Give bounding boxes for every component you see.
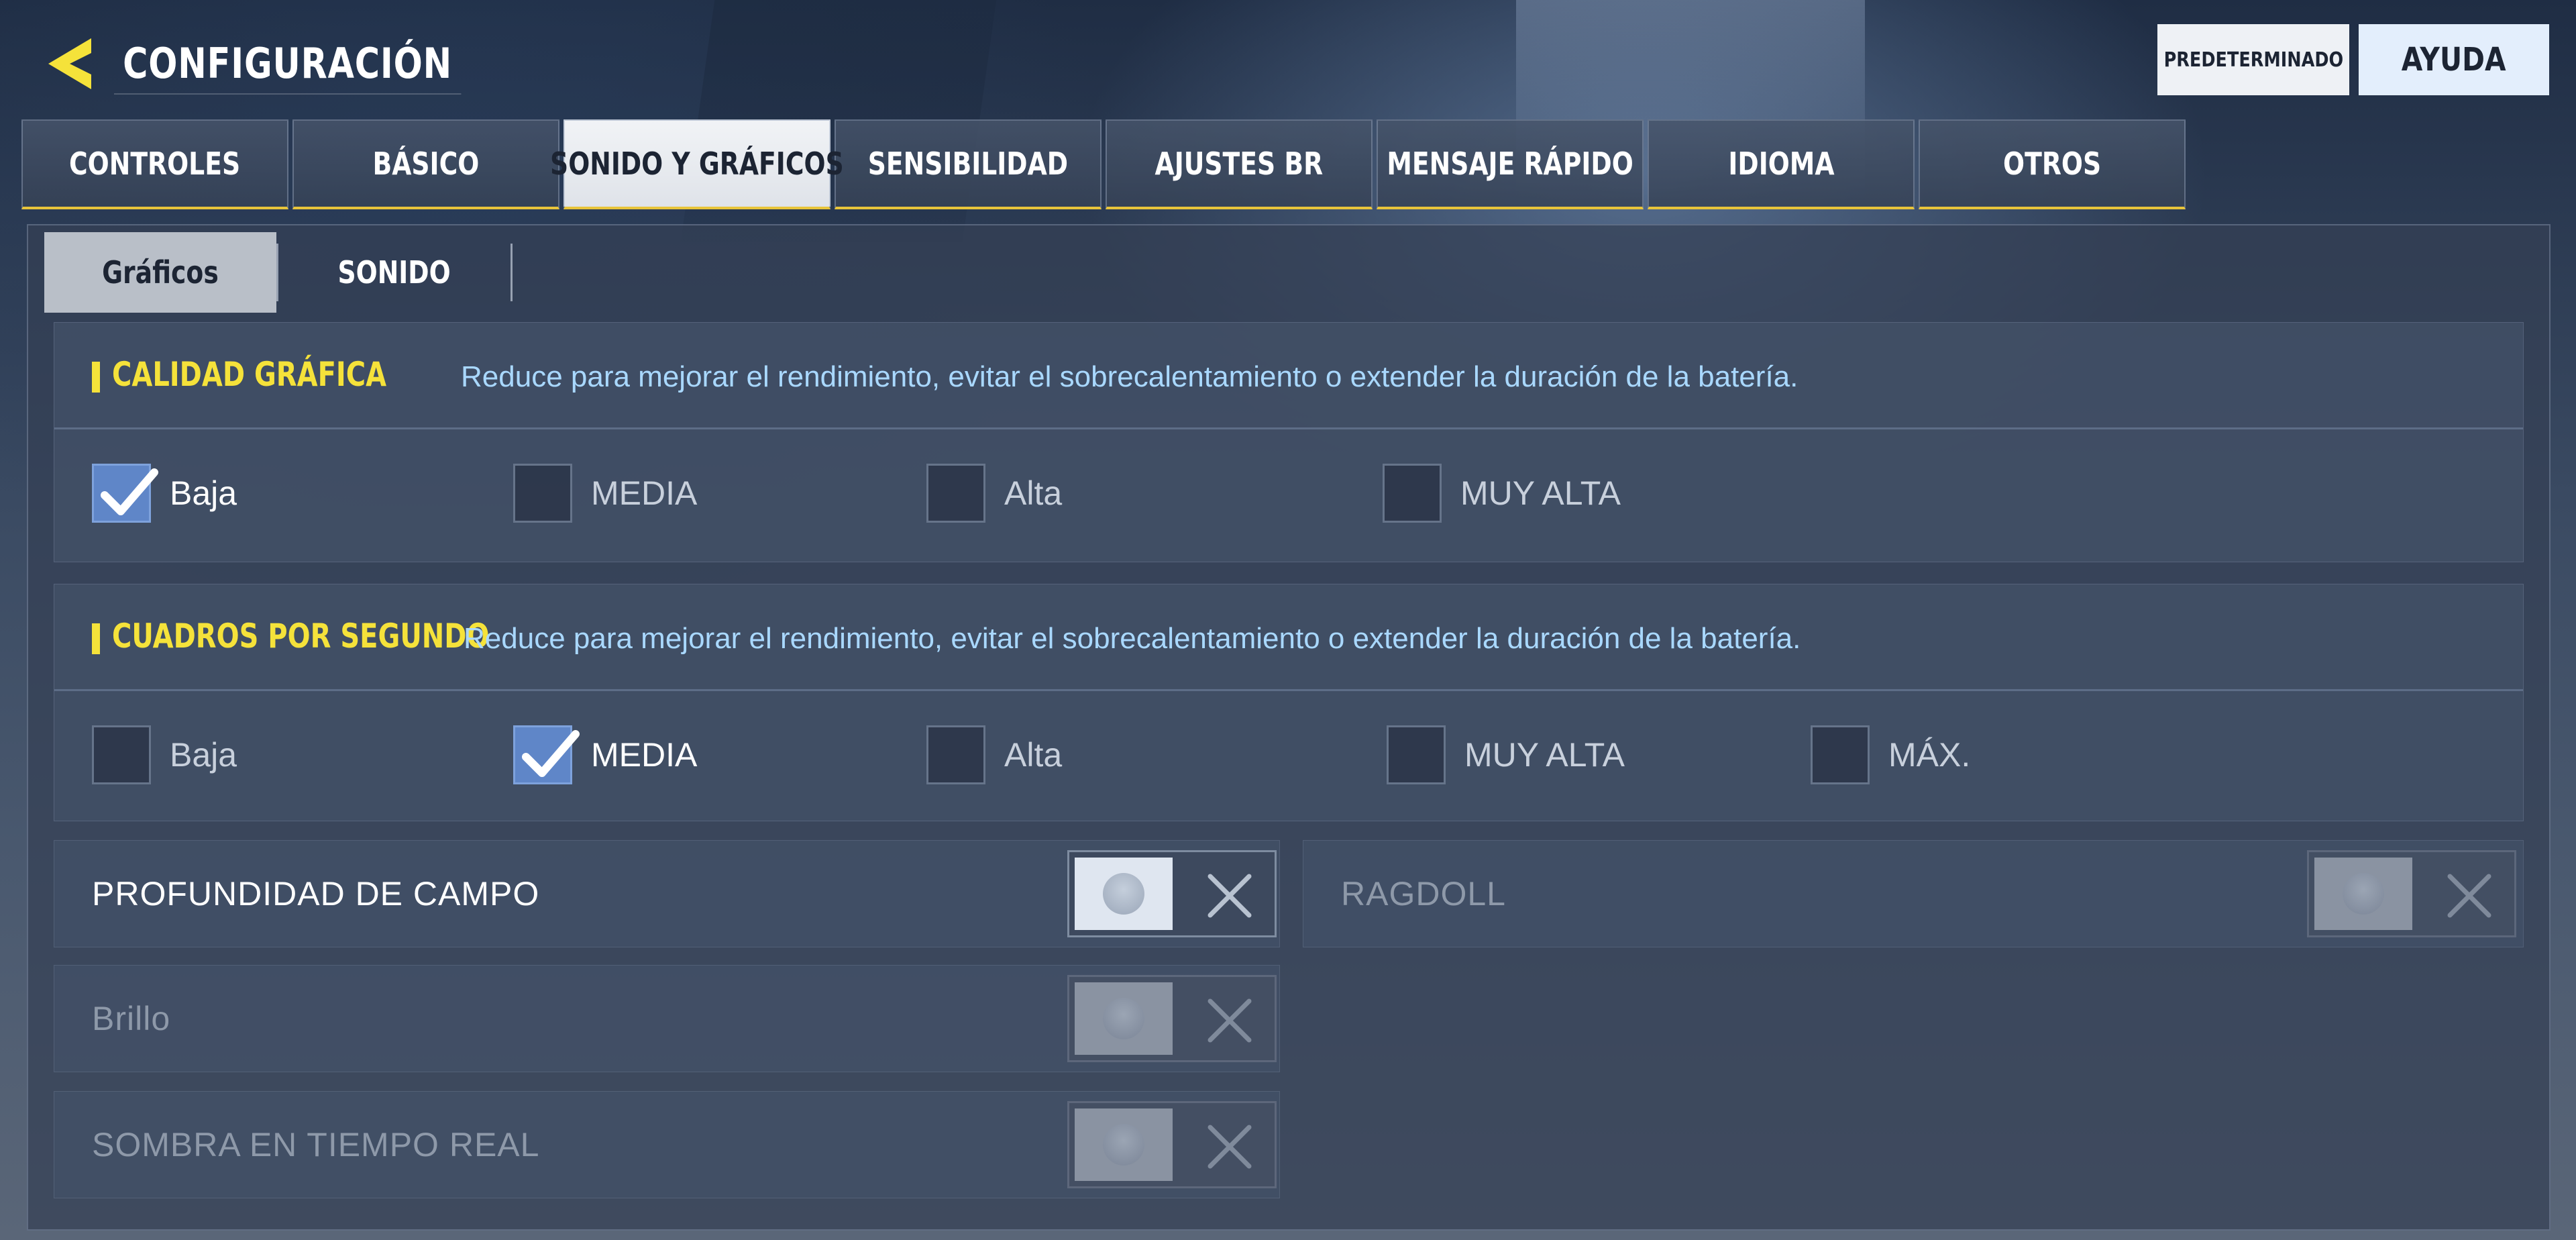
section-divider [54,689,2523,691]
tab-sound-graphics[interactable]: SONIDO Y GRÁFICOS [550,119,844,209]
checkbox[interactable] [926,725,985,784]
tab-br-settings[interactable]: AJUSTES BR [1106,119,1373,209]
section-title: CALIDAD GRÁFICA [112,355,387,394]
header: CONFIGURACIÓN [38,27,537,101]
toggle-knob [1075,858,1173,930]
tab-quick-message[interactable]: MENSAJE RÁPIDO [1377,119,1644,209]
tab-label: OTROS [2002,146,2102,182]
section-description: Reduce para mejorar el rendimiento, evit… [464,622,1801,655]
fps-option-very-high[interactable]: MUY ALTA [1387,725,1625,784]
tab-label: IDIOMA [1727,146,1835,182]
default-button[interactable]: PREDETERMINADO [2157,24,2349,95]
quality-option-medium[interactable]: MEDIA [513,464,697,523]
tab-sensitivity[interactable]: SENSIBILIDAD [835,119,1102,209]
checkmark-icon [522,730,580,777]
subtab-divider [511,244,513,301]
section-title: CUADROS POR SEGUNDO [112,617,490,656]
checkmark-icon [101,468,158,515]
frame-rate-section: CUADROS POR SEGUNDO Reduce para mejorar … [54,584,2524,821]
option-label: Alta [1004,736,1063,774]
help-button[interactable]: AYUDA [2359,24,2549,95]
page-title: CONFIGURACIÓN [114,34,462,95]
toggle-knob [2314,858,2412,930]
tab-label: CONTROLES [69,146,241,182]
option-label: Baja [170,736,237,774]
section-description: Reduce para mejorar el rendimiento, evit… [461,360,1799,393]
brightness-toggle[interactable] [1067,975,1277,1062]
quality-option-high[interactable]: Alta [926,464,1062,523]
close-icon [1208,874,1252,918]
checkbox[interactable] [513,464,572,523]
subtabs: Gráficos SONIDO [44,232,513,313]
toggle-knob [1075,982,1173,1055]
close-icon [2447,874,2491,918]
chevron-left-icon [48,38,91,89]
tab-controls[interactable]: CONTROLES [21,119,288,209]
option-label: MÁX. [1888,736,1971,774]
toggle-knob [1075,1108,1173,1181]
depth-of-field-toggle[interactable] [1067,850,1277,937]
option-label: MEDIA [591,736,698,774]
checkbox[interactable] [1811,725,1870,784]
quality-option-low[interactable]: Baja [92,464,237,523]
checkbox[interactable] [92,464,158,523]
tab-basic[interactable]: BÁSICO [292,119,559,209]
fps-option-low[interactable]: Baja [92,725,237,784]
back-button[interactable] [38,30,105,97]
subtab-label: Gráficos [102,254,219,291]
realtime-shadow-toggle[interactable] [1067,1101,1277,1188]
close-icon [1208,1125,1252,1169]
tab-others[interactable]: OTROS [1919,119,2186,209]
row-label: RAGDOLL [1341,875,1506,913]
section-header: CUADROS POR SEGUNDO Reduce para mejorar … [54,584,2523,689]
checkbox[interactable] [1387,725,1446,784]
tab-language[interactable]: IDIOMA [1648,119,1915,209]
close-icon [1208,998,1252,1043]
checkbox[interactable] [926,464,985,523]
top-actions: PREDETERMINADO AYUDA [2157,24,2549,95]
subtab-graphics[interactable]: Gráficos [44,232,276,313]
ragdoll-toggle[interactable] [2307,850,2516,937]
ragdoll-row: RAGDOLL [1303,840,2524,947]
tab-label: BÁSICO [372,146,480,182]
checkbox[interactable] [1383,464,1442,523]
row-label: Brillo [92,1000,171,1037]
subtab-sound[interactable]: SONIDO [278,232,511,313]
option-label: Baja [170,474,237,512]
row-label: PROFUNDIDAD DE CAMPO [92,875,540,913]
default-button-label: PREDETERMINADO [2163,48,2343,72]
tab-label: SENSIBILIDAD [867,146,1069,182]
option-label: Alta [1004,474,1063,512]
checkbox[interactable] [92,725,151,784]
quality-option-very-high[interactable]: MUY ALTA [1383,464,1621,523]
section-header: CALIDAD GRÁFICA Reduce para mejorar el r… [54,323,2523,427]
brightness-row: Brillo [54,965,1280,1072]
graphics-quality-section: CALIDAD GRÁFICA Reduce para mejorar el r… [54,322,2524,562]
subtab-label: SONIDO [337,254,451,291]
option-label: MUY ALTA [1460,474,1621,512]
fps-option-medium[interactable]: MEDIA [513,725,697,784]
row-label: SOMBRA EN TIEMPO REAL [92,1126,540,1164]
option-label: MUY ALTA [1464,736,1625,774]
option-label: MEDIA [591,474,698,512]
help-button-label: AYUDA [2402,41,2506,79]
fps-option-high[interactable]: Alta [926,725,1062,784]
tab-label: AJUSTES BR [1155,146,1324,182]
section-divider [54,427,2523,429]
tab-label: SONIDO Y GRÁFICOS [550,146,844,182]
checkbox[interactable] [513,725,580,784]
section-marker [92,362,100,393]
section-marker [92,623,100,654]
tab-label: MENSAJE RÁPIDO [1387,146,1633,182]
settings-tabs: CONTROLES BÁSICO SONIDO Y GRÁFICOS SENSI… [21,119,2186,209]
settings-panel: Gráficos SONIDO CALIDAD GRÁFICA Reduce p… [27,224,2551,1231]
fps-option-max[interactable]: MÁX. [1811,725,1970,784]
depth-of-field-row: PROFUNDIDAD DE CAMPO [54,840,1280,947]
realtime-shadow-row: SOMBRA EN TIEMPO REAL [54,1091,1280,1198]
